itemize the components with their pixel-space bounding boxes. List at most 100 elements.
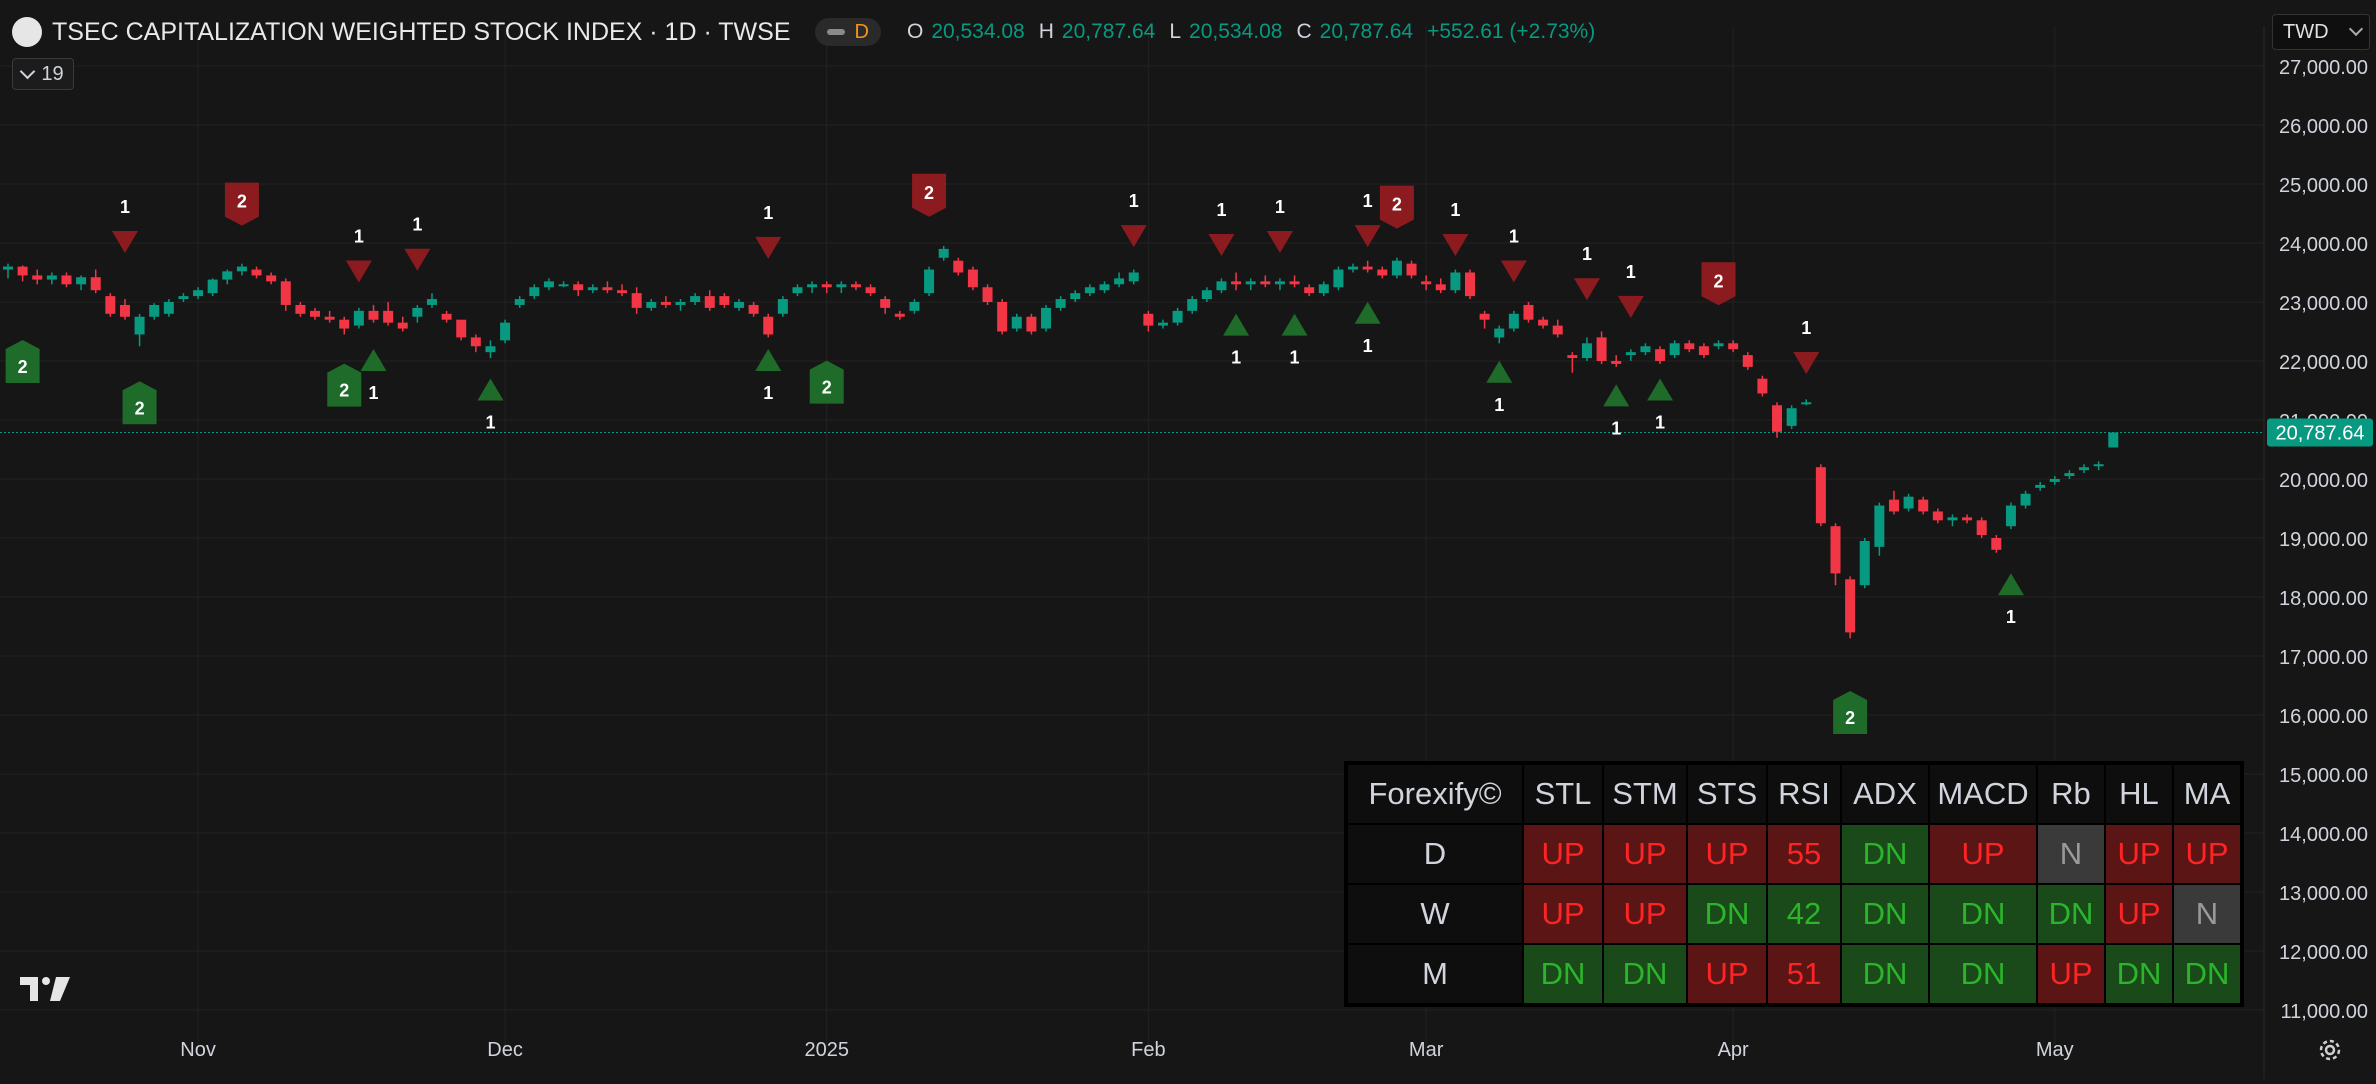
candle: [821, 281, 832, 294]
currency-select[interactable]: TWD: [2272, 14, 2370, 50]
signal-cell: DN: [2104, 943, 2174, 1006]
candle: [105, 293, 116, 317]
signal-label: 1: [1216, 200, 1226, 220]
settings-gear-icon[interactable]: [2316, 1036, 2344, 1064]
candle-body: [558, 284, 569, 287]
column-header: MA: [2172, 762, 2243, 825]
candle: [792, 284, 803, 297]
candle-body: [61, 275, 72, 285]
candle-body: [105, 296, 116, 314]
candle-body: [1538, 319, 1549, 326]
candle: [850, 281, 861, 291]
candle: [1421, 275, 1432, 291]
candle: [32, 269, 43, 285]
interval-badge[interactable]: D: [814, 18, 881, 46]
candle-body: [397, 322, 408, 329]
candle-body: [1932, 511, 1943, 521]
signal-label: 1: [1363, 336, 1373, 356]
candle-body: [1479, 313, 1490, 320]
candle-body: [1114, 278, 1125, 285]
candle: [1099, 281, 1110, 294]
candle: [587, 284, 598, 294]
candle: [646, 299, 657, 311]
chevron-down-icon: [20, 63, 36, 79]
candle: [1304, 284, 1315, 297]
candle-body: [982, 287, 993, 302]
currency-label: TWD: [2283, 20, 2329, 43]
candle: [1114, 272, 1125, 288]
chart-header: TSEC CAPITALIZATION WEIGHTED STOCK INDEX…: [12, 14, 1601, 50]
candle-body: [1084, 287, 1095, 294]
candle: [1348, 263, 1359, 273]
buy-signal-arrow: [477, 378, 504, 401]
signal-label: 1: [2006, 607, 2016, 627]
candle-body: [1742, 355, 1753, 367]
sell-signal-arrow: [111, 231, 138, 253]
column-header: RSI: [1766, 762, 1842, 825]
x-tick-label: Nov: [180, 1039, 216, 1061]
candle: [76, 275, 87, 291]
candle: [617, 284, 628, 297]
candle-body: [1216, 281, 1227, 291]
candle: [573, 281, 584, 297]
candle-body: [500, 322, 511, 341]
candle-body: [2093, 464, 2104, 467]
candle-body: [719, 296, 730, 305]
open-value: 20,534.08: [931, 20, 1025, 43]
candle-body: [587, 287, 598, 291]
candle: [1962, 514, 1973, 524]
candle-body: [690, 296, 701, 302]
signal-label: 2: [924, 183, 934, 203]
column-header: STL: [1522, 762, 1604, 825]
candle-body: [1947, 517, 1958, 521]
candle: [2093, 461, 2104, 471]
candle-body: [1274, 281, 1285, 285]
candle: [1333, 266, 1344, 291]
symbol-title[interactable]: TSEC CAPITALIZATION WEIGHTED STOCK INDEX…: [52, 18, 791, 47]
candle: [997, 299, 1008, 335]
candle-body: [2005, 505, 2016, 527]
indicators-toggle-button[interactable]: 19: [12, 58, 74, 90]
candle: [690, 293, 701, 305]
candle: [251, 266, 262, 279]
interval-label: D: [854, 20, 869, 43]
signal-cell: DN: [2036, 883, 2106, 945]
candle: [1318, 281, 1329, 297]
signal-cell: 42: [1766, 883, 1842, 945]
candle: [485, 340, 496, 359]
candle-body: [2079, 467, 2090, 471]
signal-cell: UP: [1602, 823, 1688, 885]
candle: [1713, 340, 1724, 350]
candle-body: [1245, 281, 1256, 285]
tradingview-logo-icon[interactable]: [20, 975, 72, 1003]
signal-cell: UP: [2104, 883, 2174, 945]
candle: [704, 290, 715, 311]
x-tick-label: Dec: [487, 1039, 523, 1061]
candle-body: [880, 299, 891, 308]
candle-body: [17, 266, 28, 276]
signal-label: 1: [763, 383, 773, 403]
signal-cell: N: [2172, 883, 2243, 945]
table-corner: Forexify©: [1345, 762, 1524, 825]
candle-body: [280, 281, 291, 305]
high-value: 20,787.64: [1061, 20, 1156, 43]
candle-body: [763, 316, 774, 335]
candle-body: [1991, 538, 2002, 550]
signal-label: 1: [1611, 418, 1621, 438]
candle: [17, 265, 28, 282]
candle-body: [149, 304, 160, 317]
candle-body: [456, 319, 467, 338]
candle: [967, 266, 978, 291]
candle: [880, 296, 891, 314]
candle: [1698, 343, 1709, 359]
candle-body: [1421, 281, 1432, 285]
ohlc-readout: O 20,534.08 H 20,787.64 L 20,534.08 C 20,787…: [907, 20, 1601, 44]
candle: [134, 313, 145, 347]
candle: [1465, 269, 1475, 300]
candle-body: [485, 346, 496, 353]
candle: [149, 303, 160, 320]
candle: [894, 310, 905, 320]
candle-body: [193, 290, 204, 297]
candle: [1757, 375, 1768, 397]
signal-label: 1: [1582, 244, 1592, 264]
